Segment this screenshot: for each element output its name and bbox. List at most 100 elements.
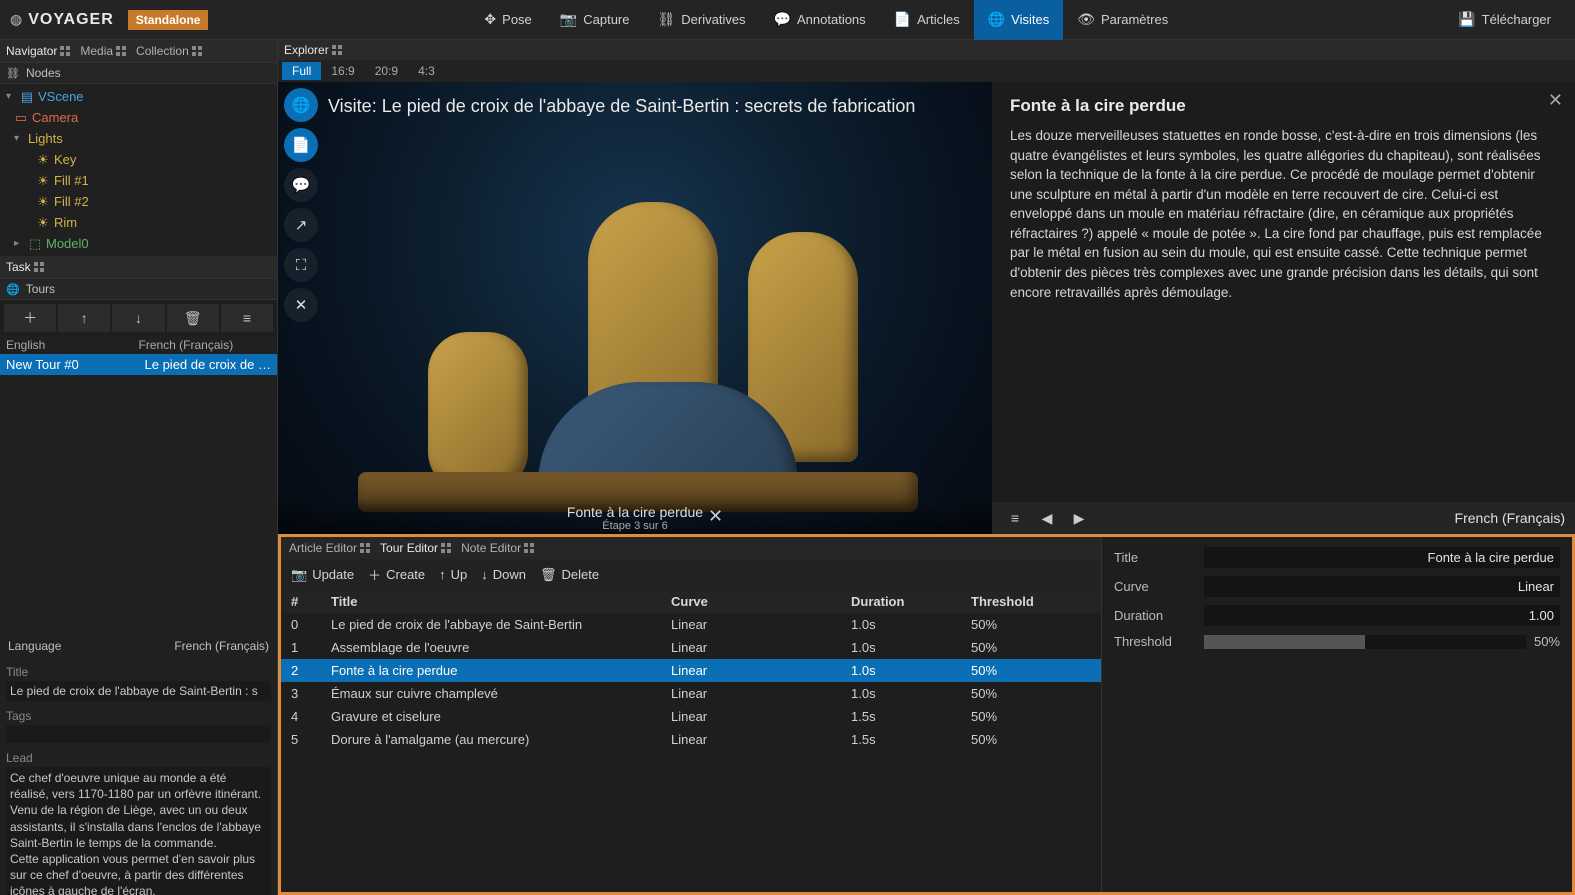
document-icon: 📄 <box>894 11 911 28</box>
viewport-tour-title: Visite: Le pied de croix de l'abbaye de … <box>328 96 915 117</box>
menu-pose[interactable]: ✥Pose <box>470 0 545 40</box>
tour-lang-header: English French (Français) <box>0 336 277 354</box>
down-button[interactable]: ↓Down <box>481 567 526 582</box>
menubar-right: 💾Télécharger <box>1444 0 1565 40</box>
create-button[interactable]: ＋Create <box>368 565 425 584</box>
3d-viewport[interactable]: 🌐 📄 💬 ↗ ⛶ ✕ Visite: Le pied de croix de … <box>278 82 992 534</box>
download-button[interactable]: 💾Télécharger <box>1444 0 1565 40</box>
table-row[interactable]: 1Assemblage de l'oeuvreLinear1.0s50% <box>281 636 1101 659</box>
inspector-duration-input[interactable]: 1.00 <box>1204 605 1560 626</box>
tree-light-fill1[interactable]: ☀Fill #1 <box>0 170 277 191</box>
tool-language[interactable]: 🌐 <box>284 88 318 122</box>
tool-settings[interactable]: ✕ <box>284 288 318 322</box>
tab-note-editor[interactable]: Note Editor <box>461 541 534 555</box>
hamburger-icon: ≡ <box>1011 510 1019 526</box>
viewport-row: 🌐 📄 💬 ↗ ⛶ ✕ Visite: Le pied de croix de … <box>278 82 1575 534</box>
grid-icon <box>524 543 534 553</box>
globe-icon: ◍ <box>10 11 22 28</box>
tools-icon: ✕ <box>295 296 308 314</box>
article-reader: ✕ Fonte à la cire perdue Les douze merve… <box>992 82 1575 534</box>
tab-task[interactable]: Task <box>6 260 44 274</box>
ratio-full[interactable]: Full <box>282 62 321 80</box>
menu-derivatives[interactable]: ⛓Derivatives <box>643 0 759 40</box>
ratio-43[interactable]: 4:3 <box>408 62 445 80</box>
tour-properties: Language French (Français) Title Le pied… <box>0 629 277 895</box>
menu-visites[interactable]: 🌐Visites <box>974 0 1064 40</box>
menu-button[interactable]: ≡ <box>221 304 273 332</box>
step-inspector: Title Fonte à la cire perdue Curve Linea… <box>1102 537 1572 892</box>
prop-tags-label: Tags <box>6 709 271 723</box>
table-row[interactable]: 3Émaux sur cuivre champlevéLinear1.0s50% <box>281 682 1101 705</box>
reader-title: Fonte à la cire perdue <box>1010 96 1557 116</box>
reader-body: Les douze merveilleuses statuettes en ro… <box>1010 126 1557 302</box>
table-row[interactable]: 4Gravure et ciselureLinear1.5s50% <box>281 705 1101 728</box>
task-toolbar: ＋ ↑ ↓ 🗑 ≡ <box>0 300 277 336</box>
document-icon: 📄 <box>292 136 311 154</box>
menu-capture[interactable]: 📷Capture <box>546 0 644 40</box>
tour-list-row[interactable]: New Tour #0 Le pied de croix de l'a… <box>0 354 277 375</box>
ratio-169[interactable]: 16:9 <box>321 62 364 80</box>
comment-icon: 💬 <box>774 11 791 28</box>
left-column: Navigator Media Collection ⛓Nodes ▾▤VSce… <box>0 40 278 895</box>
grid-icon <box>332 45 342 55</box>
table-row[interactable]: 5Dorure à l'amalgame (au mercure)Linear1… <box>281 728 1101 751</box>
task-header: Task <box>0 256 277 279</box>
inspector-title-input[interactable]: Fonte à la cire perdue <box>1204 547 1560 568</box>
tab-collection[interactable]: Collection <box>136 44 202 58</box>
update-button[interactable]: 📷Update <box>291 567 354 583</box>
prop-tags-input[interactable] <box>6 725 271 743</box>
move-down-button[interactable]: ↓ <box>112 304 164 332</box>
tab-navigator[interactable]: Navigator <box>6 44 70 58</box>
add-button[interactable]: ＋ <box>4 304 56 332</box>
tree-light-fill2[interactable]: ☀Fill #2 <box>0 191 277 212</box>
menu-parametres[interactable]: 👁Paramètres <box>1063 0 1182 40</box>
tree-light-key[interactable]: ☀Key <box>0 149 277 170</box>
reader-close-button[interactable]: ✕ <box>1548 90 1563 111</box>
reader-next-button[interactable]: ▶ <box>1066 505 1092 531</box>
table-row[interactable]: 0Le pied de croix de l'abbaye de Saint-B… <box>281 613 1101 636</box>
grid-icon <box>192 46 202 56</box>
plus-icon: ＋ <box>23 308 37 328</box>
tree-vscene[interactable]: ▾▤VScene <box>0 86 277 107</box>
reader-language[interactable]: French (Français) <box>1455 510 1565 526</box>
delete-button[interactable]: 🗑Delete <box>540 567 599 583</box>
tree-lights[interactable]: ▾Lights <box>0 128 277 149</box>
menu-annotations[interactable]: 💬Annotations <box>760 0 880 40</box>
hierarchy-icon: ⛓ <box>657 11 675 28</box>
arrow-up-icon: ↑ <box>81 310 88 326</box>
scene-icon: ▤ <box>20 89 34 105</box>
tool-article[interactable]: 📄 <box>284 128 318 162</box>
ratio-209[interactable]: 20:9 <box>365 62 408 80</box>
prop-lead-input[interactable]: Ce chef d'oeuvre unique au monde a été r… <box>6 767 271 895</box>
tool-fullscreen[interactable]: ⛶ <box>284 248 318 282</box>
camera-icon: 📷 <box>560 11 577 28</box>
camera-icon: ▭ <box>14 110 28 126</box>
prop-title-input[interactable]: Le pied de croix de l'abbaye de Saint-Be… <box>6 681 271 701</box>
menubar: ◍ VOYAGER Standalone ✥Pose 📷Capture ⛓Der… <box>0 0 1575 40</box>
inspector-curve-select[interactable]: Linear <box>1204 576 1560 597</box>
hamburger-icon: ≡ <box>243 310 251 326</box>
prop-language[interactable]: Language French (Français) <box>6 635 271 657</box>
close-tour-button[interactable]: ✕ <box>708 506 723 527</box>
table-row[interactable]: 2Fonte à la cire perdueLinear1.0s50% <box>281 659 1101 682</box>
reader-prev-button[interactable]: ◀ <box>1034 505 1060 531</box>
light-icon: ☀ <box>36 194 50 210</box>
tool-comment[interactable]: 💬 <box>284 168 318 202</box>
editor-left: Article Editor Tour Editor Note Editor 📷… <box>281 537 1102 892</box>
viewport-step-bar: Fonte à la cire perdue Étape 3 sur 6 <box>278 500 992 534</box>
up-button[interactable]: ↑Up <box>439 567 467 582</box>
menu-articles[interactable]: 📄Articles <box>880 0 974 40</box>
tab-article-editor[interactable]: Article Editor <box>289 541 370 555</box>
tab-explorer[interactable]: Explorer <box>284 43 342 57</box>
move-up-button[interactable]: ↑ <box>58 304 110 332</box>
tree-camera[interactable]: ▭Camera <box>0 107 277 128</box>
tool-share[interactable]: ↗ <box>284 208 318 242</box>
grid-icon <box>441 543 451 553</box>
tree-model[interactable]: ▸⬚Model0 <box>0 233 277 254</box>
delete-button[interactable]: 🗑 <box>167 304 219 332</box>
tab-tour-editor[interactable]: Tour Editor <box>380 541 451 555</box>
inspector-threshold-slider[interactable]: 50% <box>1204 634 1560 649</box>
tab-media[interactable]: Media <box>80 44 126 58</box>
tree-light-rim[interactable]: ☀Rim <box>0 212 277 233</box>
reader-menu-button[interactable]: ≡ <box>1002 505 1028 531</box>
